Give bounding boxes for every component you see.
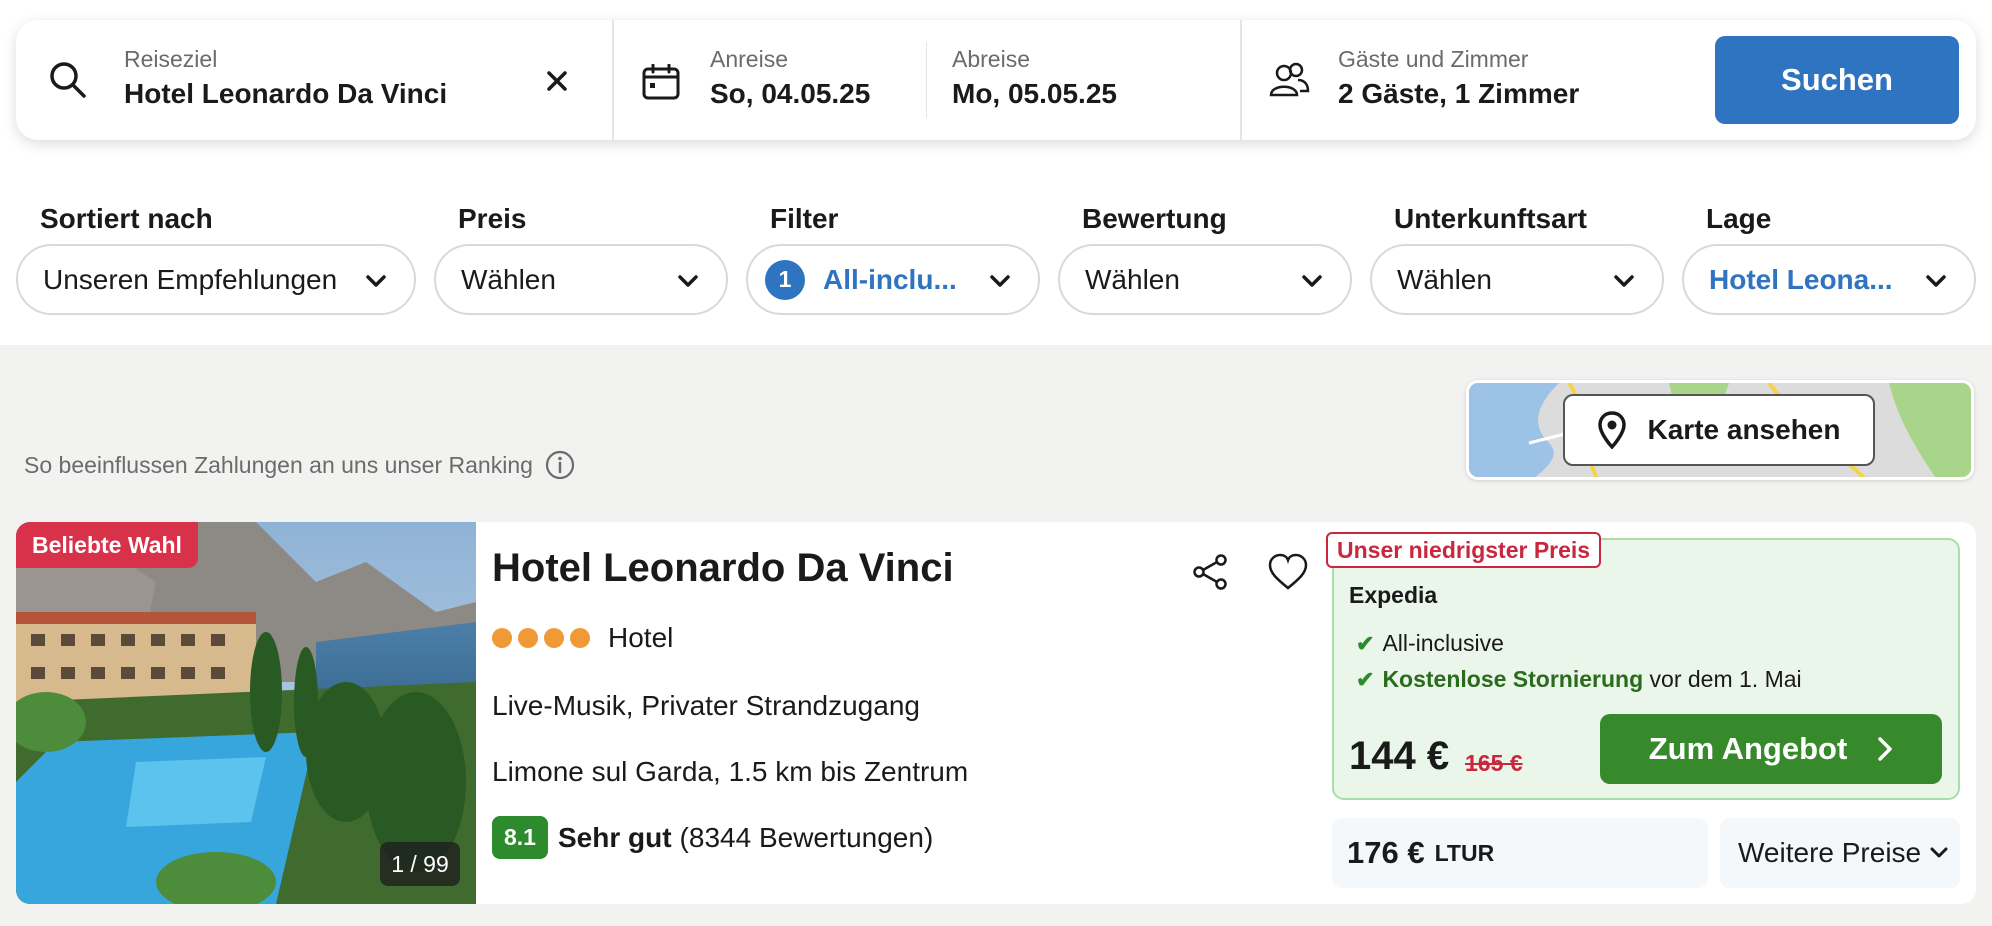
hotel-location: Limone sul Garda, 1.5 km bis Zentrum <box>492 756 969 787</box>
star-dot <box>518 628 538 648</box>
filter-value: All-inclu... <box>823 263 957 295</box>
check-icon: ✔ <box>1356 630 1375 656</box>
rating-dropdown[interactable]: Wählen <box>1058 244 1352 315</box>
deal-provider: Expedia <box>1349 582 1438 608</box>
view-map-button[interactable]: Karte ansehen <box>1563 394 1875 466</box>
chevron-down-icon <box>1300 268 1324 300</box>
filter-label-location: Lage <box>1706 203 1772 234</box>
rating-label: Sehr gut <box>557 821 672 853</box>
accommodation-dropdown[interactable]: Wählen <box>1370 244 1664 315</box>
ranking-text: So beeinflussen Zahlungen an uns unser R… <box>24 451 533 478</box>
filter-label-rating: Bewertung <box>1082 203 1227 234</box>
star-dot <box>570 628 590 648</box>
destination-label: Reiseziel <box>124 46 218 72</box>
rating-value: Wählen <box>1085 263 1180 295</box>
info-icon[interactable] <box>545 450 575 480</box>
chevron-right-icon <box>1877 736 1893 762</box>
view-offer-label: Zum Angebot <box>1648 731 1848 766</box>
calendar-icon <box>641 62 681 102</box>
chevron-down-icon <box>676 268 700 300</box>
review-count: (8344 Bewertungen) <box>679 821 934 853</box>
alt-offer[interactable]: 176 € LTUR <box>1332 818 1708 888</box>
checkin-label: Anreise <box>710 46 788 72</box>
share-icon[interactable] <box>1188 550 1232 594</box>
divider <box>612 20 614 140</box>
accommodation-value: Wählen <box>1397 263 1492 295</box>
chevron-down-icon <box>1929 843 1949 863</box>
filter-label-sort: Sortiert nach <box>40 203 213 234</box>
lowest-price-tag: Unser niedrigster Preis <box>1326 532 1602 568</box>
filter-count-badge: 1 <box>765 259 805 300</box>
deal-old-price: 165 € <box>1465 750 1523 776</box>
chevron-down-icon <box>1924 268 1948 300</box>
search-bar: Reiseziel Hotel Leonardo Da Vinci Anreis… <box>16 20 1976 140</box>
guests-label: Gäste und Zimmer <box>1338 46 1529 72</box>
filter-label-price: Preis <box>458 203 527 234</box>
rating-score-badge: 8.1 <box>492 816 548 859</box>
price-dropdown[interactable]: Wählen <box>434 244 728 315</box>
chevron-down-icon <box>988 268 1012 300</box>
filter-dropdown[interactable]: 1 All-inclu... <box>746 244 1040 315</box>
chevron-down-icon <box>1612 268 1636 300</box>
hotel-features: Live-Musik, Privater Strandzugang <box>492 690 920 721</box>
filter-label-accommodation: Unterkunftsart <box>1394 203 1587 234</box>
star-dot <box>492 628 512 648</box>
map-pin-icon <box>1597 411 1626 449</box>
ranking-note[interactable]: So beeinflussen Zahlungen an uns unser R… <box>24 450 575 480</box>
search-icon <box>46 58 90 102</box>
more-prices-label: Weitere Preise <box>1738 837 1922 868</box>
divider <box>926 42 927 118</box>
more-prices-button[interactable]: Weitere Preise <box>1720 818 1960 888</box>
alt-offer-provider: LTUR <box>1434 839 1495 866</box>
location-value: Hotel Leona... <box>1709 263 1893 295</box>
view-map-label: Karte ansehen <box>1647 414 1841 445</box>
star-dot <box>544 628 564 648</box>
sort-value: Unseren Empfehlungen <box>43 263 338 295</box>
deal-price: 144 € <box>1349 734 1450 778</box>
checkin-date[interactable]: So, 04.05.25 <box>710 78 870 110</box>
divider <box>1240 20 1242 140</box>
price-value: Wählen <box>461 263 556 295</box>
star-rating: Hotel <box>492 622 673 654</box>
chevron-down-icon <box>364 268 388 300</box>
perk-all-inclusive: ✔ All-inclusive <box>1356 630 1504 656</box>
clear-icon[interactable] <box>542 66 572 96</box>
photo-counter: 1 / 99 <box>380 842 460 886</box>
guests-rooms-field[interactable]: 2 Gäste, 1 Zimmer <box>1338 78 1579 110</box>
view-offer-button[interactable]: Zum Angebot <box>1600 714 1942 784</box>
check-icon: ✔ <box>1356 666 1375 692</box>
hotel-type: Hotel <box>608 622 674 653</box>
heart-icon[interactable] <box>1266 550 1310 594</box>
sort-dropdown[interactable]: Unseren Empfehlungen <box>16 244 416 315</box>
hotel-rating[interactable]: 8.1 Sehr gut (8344 Bewertungen) <box>492 816 933 859</box>
search-button[interactable]: Suchen <box>1715 36 1959 124</box>
perk-free-cancellation: ✔ Kostenlose Stornierung vor dem 1. Mai <box>1356 666 1802 692</box>
hotel-card: Beliebte Wahl 1 / 99 Hotel Leonardo Da V… <box>16 522 1976 904</box>
popular-choice-badge: Beliebte Wahl <box>16 522 198 568</box>
guests-icon <box>1266 60 1312 100</box>
filter-label-filter: Filter <box>770 203 839 234</box>
destination-input[interactable]: Hotel Leonardo Da Vinci <box>124 78 447 110</box>
alt-offer-price: 176 € <box>1347 835 1425 870</box>
checkout-date[interactable]: Mo, 05.05.25 <box>952 78 1117 110</box>
location-dropdown[interactable]: Hotel Leona... <box>1682 244 1976 315</box>
hotel-name[interactable]: Hotel Leonardo Da Vinci <box>492 546 954 591</box>
checkout-label: Abreise <box>952 46 1030 72</box>
